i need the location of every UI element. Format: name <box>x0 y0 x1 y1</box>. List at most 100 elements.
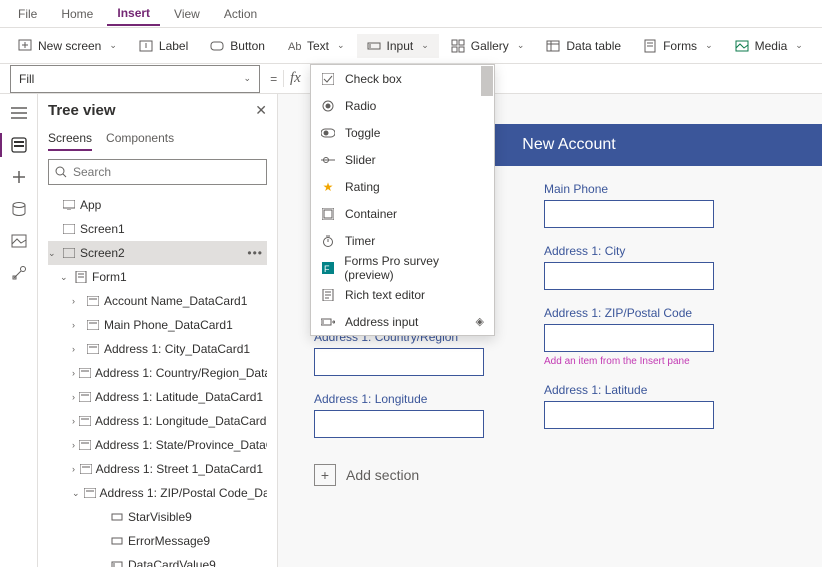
forms-label: Forms <box>663 39 697 53</box>
button-icon <box>210 39 224 53</box>
field-input[interactable] <box>314 410 484 438</box>
scrollbar[interactable] <box>481 66 493 96</box>
menu-file[interactable]: File <box>8 3 47 25</box>
add-section-button[interactable]: + Add section <box>314 464 822 486</box>
chevron-right-icon[interactable]: › <box>72 344 82 354</box>
field-input[interactable] <box>544 324 714 352</box>
tree-card[interactable]: ›Main Phone_DataCard1 <box>48 313 267 337</box>
field-input[interactable] <box>544 401 714 429</box>
tree-card[interactable]: ›Address 1: State/Province_DataCard1 <box>48 433 267 457</box>
hamburger-icon[interactable] <box>10 104 28 122</box>
menu-insert[interactable]: Insert <box>107 2 160 26</box>
dd-radio[interactable]: Radio <box>311 92 494 119</box>
tree-card[interactable]: ›Address 1: Country/Region_DataCard1 <box>48 361 267 385</box>
dd-rating[interactable]: ★Rating <box>311 173 494 200</box>
fx-icon[interactable]: fx <box>283 70 307 87</box>
card-icon <box>79 391 91 403</box>
add-section-label: Add section <box>346 467 419 483</box>
gallery-button[interactable]: Gallery⌄ <box>441 34 535 58</box>
menu-home[interactable]: Home <box>51 3 103 25</box>
tree-screen2[interactable]: ⌄Screen2••• <box>48 241 267 265</box>
data-icon[interactable] <box>10 200 28 218</box>
input-dropdown: Check box Radio Toggle Slider ★Rating Co… <box>310 64 495 336</box>
chevron-down-icon: ⌄ <box>421 40 429 51</box>
tree-card[interactable]: ›Address 1: City_DataCard1 <box>48 337 267 361</box>
dd-rich-text[interactable]: Rich text editor <box>311 281 494 308</box>
field-label: Address 1: Longitude <box>314 392 484 406</box>
tab-components[interactable]: Components <box>106 127 174 151</box>
card-icon <box>84 487 96 499</box>
property-selector[interactable]: Fill ⌄ <box>10 65 260 93</box>
data-table-icon <box>546 39 560 53</box>
search-icon <box>55 166 67 178</box>
field-input[interactable] <box>544 262 714 290</box>
tree-form1[interactable]: ⌄Form1 <box>48 265 267 289</box>
tree-view-icon[interactable] <box>10 136 28 154</box>
ribbon: New screen⌄ Label Button Ab Text⌄ Input⌄… <box>0 28 822 64</box>
tree-card[interactable]: ›Address 1: Street 1_DataCard1 <box>48 457 267 481</box>
tree-card-zip[interactable]: ⌄Address 1: ZIP/Postal Code_DataCard1 <box>48 481 267 505</box>
tree-app[interactable]: App <box>48 193 267 217</box>
left-rail <box>0 94 38 567</box>
property-name: Fill <box>19 72 34 86</box>
chevron-right-icon[interactable]: › <box>72 368 75 378</box>
tools-icon[interactable] <box>10 264 28 282</box>
dd-check-box[interactable]: Check box <box>311 65 494 92</box>
input-button[interactable]: Input⌄ <box>357 34 439 58</box>
menu-action[interactable]: Action <box>214 3 267 25</box>
card-icon <box>79 439 91 451</box>
dd-timer[interactable]: Timer <box>311 227 494 254</box>
text-label: Text <box>307 39 329 53</box>
forms-button[interactable]: Forms ⌄ <box>633 34 723 58</box>
dd-slider[interactable]: Slider <box>311 146 494 173</box>
button-button[interactable]: Button <box>200 34 275 58</box>
close-icon[interactable]: ✕ <box>255 102 267 119</box>
field-input[interactable] <box>544 200 714 228</box>
menu-view[interactable]: View <box>164 3 210 25</box>
chevron-down-icon: ⌄ <box>705 40 713 51</box>
field-label: Main Phone <box>544 182 714 196</box>
media-button[interactable]: Media⌄ <box>725 34 813 58</box>
chevron-right-icon[interactable]: › <box>72 440 75 450</box>
app-icon <box>62 199 76 211</box>
chevron-down-icon[interactable]: ⌄ <box>60 272 70 283</box>
gallery-label: Gallery <box>471 39 509 53</box>
forms-icon <box>643 39 657 53</box>
chevron-down-icon: ⌄ <box>243 73 251 84</box>
tree-card[interactable]: ›Address 1: Longitude_DataCard1 <box>48 409 267 433</box>
tree-search[interactable] <box>48 159 267 185</box>
chevron-down-icon[interactable]: ⌄ <box>48 248 58 259</box>
tree-view-title: Tree view <box>48 102 116 119</box>
tree-card[interactable]: ›Address 1: Latitude_DataCard1 <box>48 385 267 409</box>
tree-control[interactable]: StarVisible9 <box>48 505 267 529</box>
tree-control[interactable]: DataCardValue9 <box>48 553 267 567</box>
chevron-right-icon[interactable]: › <box>72 464 76 474</box>
media-rail-icon[interactable] <box>10 232 28 250</box>
field-input[interactable] <box>314 348 484 376</box>
chevron-right-icon[interactable]: › <box>72 392 75 402</box>
dd-address-input[interactable]: Address input◈ <box>311 308 494 335</box>
chevron-right-icon[interactable]: › <box>72 416 75 426</box>
tree-control[interactable]: ErrorMessage9 <box>48 529 267 553</box>
chevron-right-icon[interactable]: › <box>72 320 82 330</box>
text-button[interactable]: Ab Text⌄ <box>277 34 355 58</box>
dd-toggle[interactable]: Toggle <box>311 119 494 146</box>
more-icon[interactable]: ••• <box>247 246 263 260</box>
dd-container[interactable]: Container <box>311 200 494 227</box>
svg-text:Ab: Ab <box>288 41 301 53</box>
chevron-right-icon[interactable]: › <box>72 296 82 306</box>
add-icon[interactable] <box>10 168 28 186</box>
data-table-button[interactable]: Data table <box>536 34 631 58</box>
search-input[interactable] <box>73 165 260 179</box>
dd-forms-pro[interactable]: FForms Pro survey (preview) <box>311 254 494 281</box>
tab-screens[interactable]: Screens <box>48 127 92 151</box>
charts-button[interactable]: Charts⌄ <box>815 34 822 58</box>
new-screen-button[interactable]: New screen⌄ <box>8 34 127 58</box>
tree-view-panel: Tree view ✕ Screens Components App Scree… <box>38 94 278 567</box>
tree-screen1[interactable]: Screen1 <box>48 217 267 241</box>
chevron-down-icon[interactable]: ⌄ <box>72 488 80 499</box>
address-input-icon <box>321 316 335 328</box>
field-label: Address 1: City <box>544 244 714 258</box>
tree-card[interactable]: ›Account Name_DataCard1 <box>48 289 267 313</box>
label-button[interactable]: Label <box>129 34 198 58</box>
